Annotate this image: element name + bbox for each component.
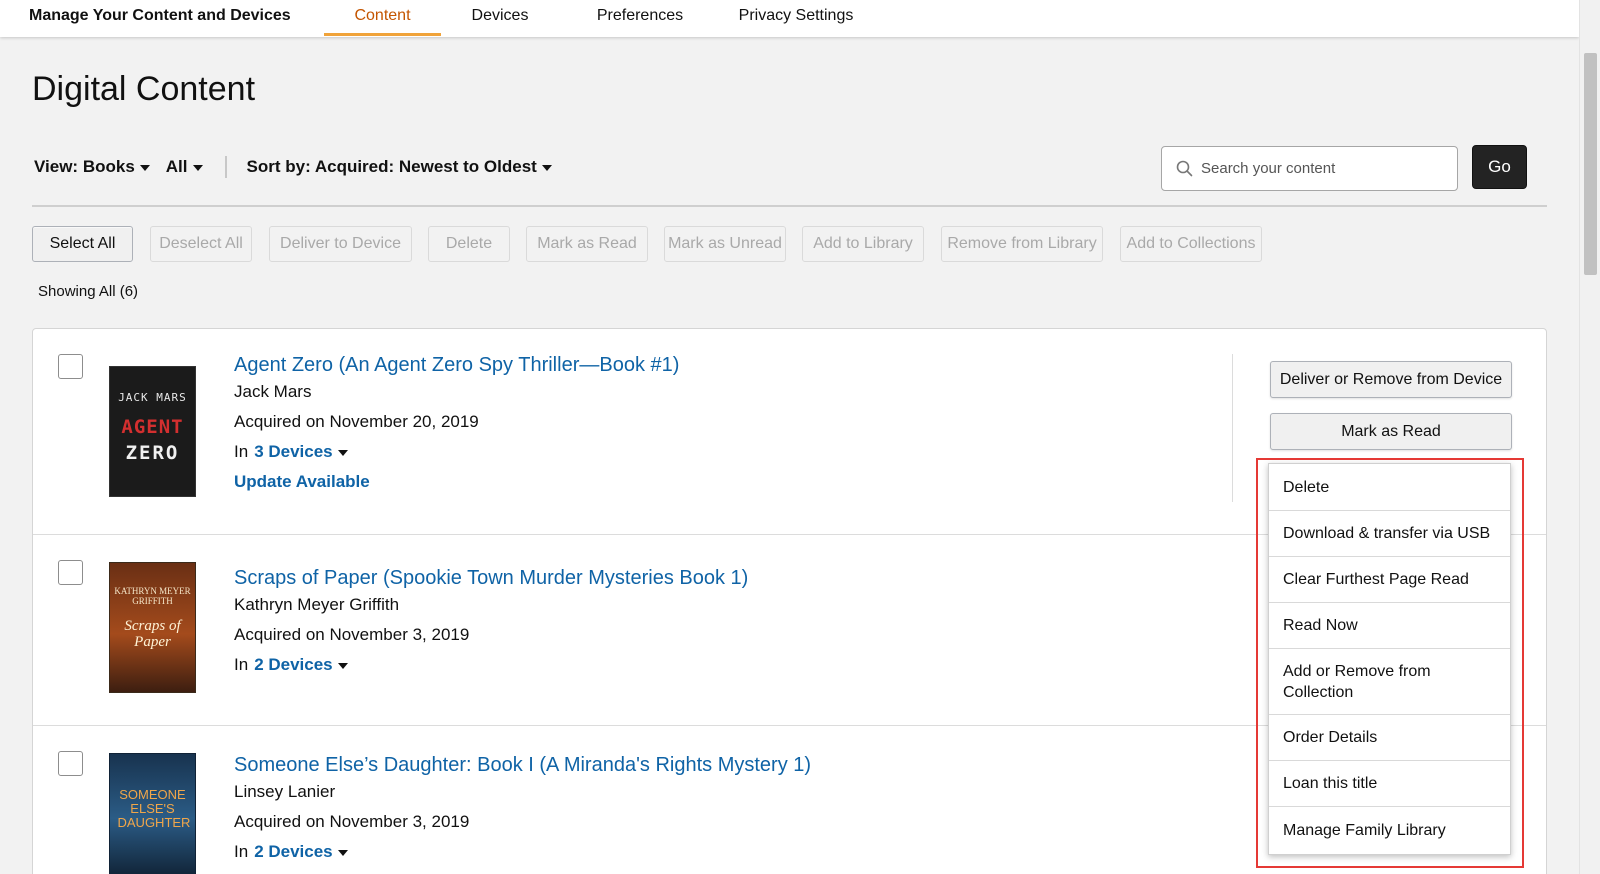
sort-dropdown-label: Sort by: Acquired: Newest to Oldest [246,157,537,176]
search-box[interactable] [1161,146,1458,191]
update-available-link[interactable]: Update Available [234,472,370,492]
header-divider [32,205,1547,207]
acquired-date: Acquired on November 3, 2019 [234,812,470,831]
scope-dropdown[interactable]: All [166,157,203,177]
in-label: In [234,842,249,861]
delete-button[interactable]: Delete [428,226,510,262]
devices-dropdown-link[interactable]: 2 Devices [254,655,332,675]
book-title-link[interactable]: Scraps of Paper (Spookie Town Murder Mys… [234,567,748,590]
devices-dropdown-link[interactable]: 3 Devices [254,442,332,462]
mark-as-unread-button[interactable]: Mark as Unread [664,226,786,262]
tab-content[interactable]: Content [324,0,441,37]
select-all-button[interactable]: Select All [32,226,133,262]
top-nav: Manage Your Content and Devices Content … [0,0,1579,37]
chevron-down-icon [337,662,348,669]
book-title-link[interactable]: Someone Else’s Daughter: Book I (A Miran… [234,754,811,777]
device-count: In 2 Devices [234,655,348,675]
cover-title-text: ZERO [125,442,180,464]
chevron-down-icon [139,164,150,171]
cover-title-text: Scraps of Paper [124,617,181,650]
in-label: In [234,442,249,461]
result-count: Showing All (6) [38,283,139,300]
deliver-or-remove-button[interactable]: Deliver or Remove from Device [1270,361,1512,398]
sort-dropdown[interactable]: Sort by: Acquired: Newest to Oldest [247,157,552,177]
remove-from-library-button[interactable]: Remove from Library [941,226,1103,262]
column-divider [1232,354,1233,502]
go-button[interactable]: Go [1472,145,1527,189]
acquired-date: Acquired on November 20, 2019 [234,412,479,431]
page-scrollbar[interactable] [1579,0,1600,874]
app-title: Manage Your Content and Devices [29,7,291,24]
cover-title-text: AGENT [121,416,184,438]
view-dropdown[interactable]: View: Books [34,157,150,177]
scrollbar-thumb[interactable] [1584,53,1597,275]
book-cover: KATHRYN MEYER GRIFFITH Scraps of Paper [109,562,196,693]
book-cover: SOMEONE ELSE'S DAUGHTER [109,753,196,874]
item-checkbox[interactable] [58,560,83,585]
devices-dropdown-link[interactable]: 2 Devices [254,842,332,862]
tab-devices[interactable]: Devices [441,0,559,37]
mark-as-read-side-button[interactable]: Mark as Read [1270,413,1512,450]
chevron-down-icon [192,164,203,171]
book-author: Linsey Lanier [234,782,336,801]
add-to-collections-button[interactable]: Add to Collections [1120,226,1262,262]
cover-author-text: KATHRYN MEYER GRIFFITH [114,585,191,606]
annotation-highlight [1256,458,1524,868]
item-checkbox[interactable] [58,751,83,776]
add-to-library-button[interactable]: Add to Library [802,226,924,262]
in-label: In [234,655,249,674]
tab-privacy-settings[interactable]: Privacy Settings [721,0,871,37]
device-count: In 3 Devices [234,442,348,462]
book-author: Kathryn Meyer Griffith [234,595,400,614]
chevron-down-icon [541,164,552,171]
acquired-date: Acquired on November 3, 2019 [234,625,470,644]
book-author: Jack Mars [234,382,312,401]
deselect-all-button[interactable]: Deselect All [150,226,252,262]
deliver-to-device-button[interactable]: Deliver to Device [269,226,412,262]
chevron-down-icon [337,849,348,856]
book-cover: JACK MARS AGENT ZERO [109,366,196,497]
book-title-link[interactable]: Agent Zero (An Agent Zero Spy Thriller—B… [234,354,679,377]
cover-title-text: SOMEONE ELSE'S DAUGHTER [117,786,191,830]
view-dropdown-label: View: Books [34,157,135,176]
tab-preferences[interactable]: Preferences [569,0,711,37]
item-checkbox[interactable] [58,354,83,379]
search-icon [1176,160,1193,177]
cover-author-text: JACK MARS [118,391,187,404]
filter-divider [224,156,227,178]
scope-dropdown-label: All [165,157,188,176]
search-input[interactable] [1201,160,1441,177]
mark-as-read-button[interactable]: Mark as Read [526,226,648,262]
chevron-down-icon [337,449,348,456]
page-title: Digital Content [32,70,256,108]
device-count: In 2 Devices [234,842,348,862]
filter-bar: View: Books All Sort by: Acquired: Newes… [34,156,552,178]
